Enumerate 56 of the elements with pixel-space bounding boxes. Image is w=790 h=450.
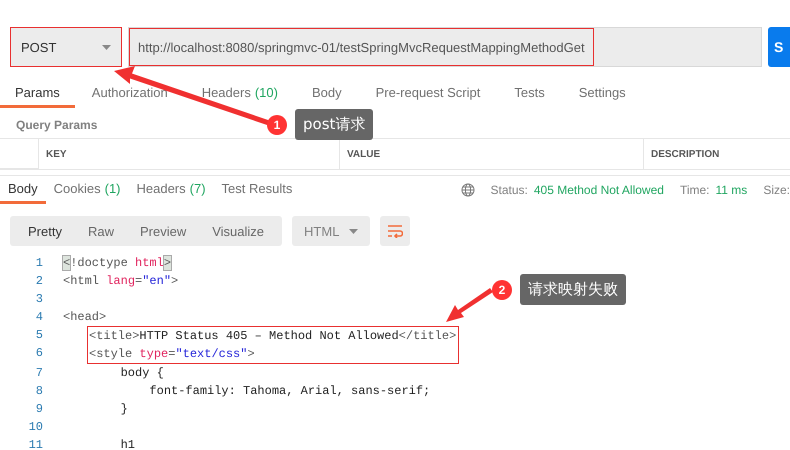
time-value: 11 ms (716, 183, 748, 197)
wrap-lines-icon (387, 224, 404, 238)
line-number: 11 (28, 437, 43, 450)
line-number: 6 (34, 345, 43, 362)
line-number: 8 (34, 383, 43, 400)
section-title: Query Params (16, 118, 98, 132)
method-dropdown[interactable]: POST (10, 27, 122, 67)
request-tab[interactable]: Authorization (74, 80, 185, 108)
code-line: <style type="text/css"> (89, 346, 256, 363)
line-number: 1 (34, 255, 43, 272)
caret-icon (349, 228, 358, 234)
view-mode-tab[interactable]: Preview (126, 216, 200, 246)
callout-label: 请求映射失败 (520, 274, 626, 305)
format-dropdown[interactable]: HTML (292, 216, 370, 246)
code-line: <html lang="en"> (63, 274, 178, 288)
response-tab[interactable]: Cookies (1) (46, 176, 128, 204)
response-tab[interactable]: Body (0, 176, 46, 204)
request-tab[interactable]: Settings (562, 80, 643, 108)
response-tab[interactable]: Test Results (214, 176, 300, 204)
request-tab[interactable]: Headers (10) (184, 80, 295, 108)
number-badge: 2 (492, 280, 512, 300)
line-number: 5 (34, 327, 43, 344)
code-line: h1 (120, 438, 136, 450)
size-label: Size: (763, 183, 790, 197)
callout-label: post请求 (295, 109, 374, 140)
line-number: 3 (34, 291, 43, 308)
status-label: Status: (490, 183, 528, 197)
line-number: 2 (34, 273, 43, 290)
code-line: <title>HTTP Status 405 – Method Not Allowed</title> (89, 328, 458, 345)
code-line: } (120, 402, 128, 416)
view-mode-tab[interactable]: Raw (74, 216, 127, 246)
number-badge: 1 (267, 114, 287, 134)
arrow (446, 288, 493, 322)
request-tab[interactable]: Body (294, 80, 359, 108)
line-number: 10 (28, 419, 43, 436)
send-button[interactable]: S (768, 27, 790, 67)
view-mode-tab[interactable]: Visualize (199, 216, 278, 246)
time-label: Time: (680, 183, 710, 197)
wrap-button[interactable] (380, 216, 410, 246)
request-tab[interactable]: Tests (497, 80, 562, 108)
view-mode-tab[interactable]: Pretty (15, 216, 75, 246)
status-value: 405 Method Not Allowed (534, 183, 664, 197)
response-tab[interactable]: Headers (7) (128, 176, 214, 204)
column-header: DESCRIPTION (643, 139, 790, 169)
line-number: 4 (34, 309, 43, 326)
request-tab[interactable]: Params (0, 80, 75, 108)
request-tab[interactable]: Pre-request Script (358, 80, 498, 108)
code-line: font-family: Tahoma, Arial, sans-serif; (148, 384, 430, 398)
caret-icon (102, 44, 111, 50)
url-field[interactable]: http://localhost:8080/springmvc-01/testSpringMvcRequestMappingMethodGet (128, 27, 762, 67)
line-number: 7 (34, 365, 43, 382)
line-number: 9 (34, 401, 43, 418)
globe-icon[interactable] (460, 183, 474, 197)
code-line: <head> (63, 310, 106, 324)
code-line: body { (120, 366, 164, 380)
code-line: <!doctype html> (63, 256, 172, 270)
